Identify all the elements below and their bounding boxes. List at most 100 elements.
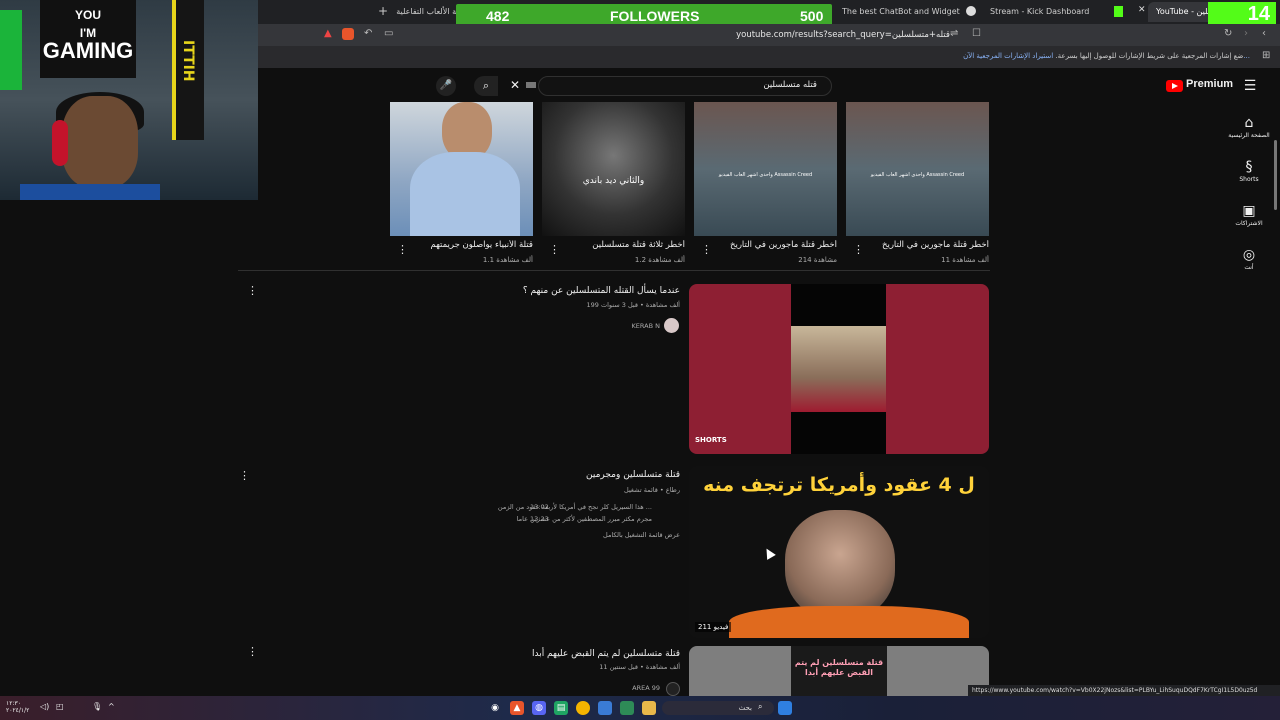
gaming-poster: YOU I'M GAMING — [40, 0, 136, 78]
result-thumbnail-2[interactable]: ل 4 عقود وأمريكا ترتجف منه 211 فيديو — [689, 466, 989, 638]
link-status-bar: https://www.youtube.com/watch?v=Vb0X22jN… — [968, 685, 1280, 696]
start-button[interactable] — [778, 701, 792, 715]
apps-grid-icon[interactable]: ⊞ — [1262, 50, 1270, 61]
playlist-item-2-time: 13:23 — [530, 515, 549, 523]
volume-icon[interactable]: ◁) — [40, 702, 49, 711]
bookmark-star-icon[interactable]: ☐ — [972, 28, 981, 39]
view-full-playlist-link[interactable]: عرض قائمة التشغيل بالكامل — [420, 531, 680, 539]
bookmark-hint: ضع إشارات المرجعية على شريط الإشارات للو… — [963, 52, 1250, 60]
shelf-thumbnail-1[interactable] — [390, 102, 533, 236]
sidebar-item-home[interactable]: ⌂ الصفحة الرئيسية — [1228, 114, 1270, 139]
channel-name-1[interactable]: KERAB N — [420, 322, 660, 330]
shelf-views-3: 214 مشاهدة — [798, 256, 837, 264]
sidebar-item-subscriptions[interactable]: ▣ الاشتراكات — [1228, 202, 1270, 227]
shelf-title-4[interactable]: أخطر قتلة مأجورين في التاريخ — [846, 240, 989, 250]
chrome-icon[interactable] — [576, 701, 590, 715]
streamer-face — [62, 96, 138, 188]
shelf-menu-icon-4[interactable]: ⋮ — [853, 244, 864, 255]
result-thumbnail-1[interactable]: SHORTS — [689, 284, 989, 454]
site-settings-icon[interactable]: ⇌ — [950, 28, 958, 39]
reload-icon[interactable]: ↻ — [1224, 28, 1232, 39]
file-explorer-icon[interactable] — [642, 701, 656, 715]
clear-search-icon[interactable]: ✕ — [508, 78, 522, 92]
clock: ١٢:٣٠ ٢٠٢٤/١/٢ — [6, 700, 30, 714]
shelf-thumbnail-2[interactable]: والثاني ديد باندي — [542, 102, 685, 236]
mic-tray-icon[interactable]: 🎙 — [92, 702, 102, 711]
subscriptions-icon: ▣ — [1242, 203, 1256, 219]
taskbar — [0, 696, 1280, 720]
new-tab-button[interactable]: + — [378, 4, 388, 18]
shelf-menu-icon-2[interactable]: ⋮ — [549, 244, 560, 255]
yellow-banner: ITTIH — [172, 0, 204, 140]
shorts-icon: § — [1245, 159, 1253, 175]
shelf-title-1[interactable]: قتلة الأنبياء يواصلون جريمتهم — [390, 240, 533, 250]
shelf-thumbnail-4[interactable]: واحدى اشهر العاب الفيديو Assassin Creed — [846, 102, 989, 236]
forward-icon[interactable]: › — [1244, 28, 1248, 39]
wifi-icon[interactable]: ◰ — [56, 702, 64, 711]
shelf-title-3[interactable]: أخطر قتلة مأجورين في التاريخ — [694, 240, 837, 250]
keyboard-icon[interactable] — [526, 82, 536, 88]
voice-search-icon[interactable]: 🎤 — [436, 76, 456, 96]
shelf-menu-icon-1[interactable]: ⋮ — [397, 244, 408, 255]
back-icon[interactable]: ‹ — [1262, 28, 1266, 39]
brave-shields-icon[interactable] — [342, 28, 354, 40]
discord-icon[interactable]: ◍ — [532, 701, 546, 715]
close-tab-icon[interactable]: ✕ — [1138, 5, 1146, 15]
result-menu-icon-3[interactable]: ⋮ — [247, 646, 258, 657]
followers-goal: 500 — [800, 8, 824, 24]
shelf-views-4: 11 ألف مشاهدة — [941, 256, 989, 264]
followers-label: FOLLOWERS — [610, 8, 700, 24]
youtube-logo[interactable]: Premium — [1166, 78, 1233, 94]
channel-name-3[interactable]: AREA 99 — [420, 684, 660, 692]
channel-avatar-3[interactable] — [666, 682, 680, 696]
result-title-3[interactable]: قتلة متسلسلين لم يتم القبض عليهم أبدا — [420, 649, 680, 659]
playlist-count: 211 فيديو — [695, 622, 732, 632]
youtube-play-icon — [1166, 80, 1183, 92]
tab-kick-dashboard[interactable]: Stream - Kick Dashboard — [990, 2, 1100, 22]
brave-rewards-icon[interactable]: ▲ — [324, 28, 332, 39]
section-divider — [238, 270, 990, 271]
tab-favicon-icon — [966, 6, 976, 16]
playlist-item-1-time: 13:02 — [530, 503, 549, 511]
search-input[interactable]: قتله متسلسلين — [560, 78, 817, 92]
search-button[interactable]: ⌕ — [474, 76, 498, 96]
brave-icon[interactable]: ▲ — [510, 701, 524, 715]
url-field[interactable]: youtube.com/results?search_query=قتله+مت… — [720, 28, 950, 42]
page-scrollbar[interactable] — [1274, 140, 1277, 210]
webcam-overlay: YOU I'M GAMING ITTIH — [0, 0, 258, 200]
sidebar-toggle-icon[interactable]: ▭ — [384, 28, 393, 39]
kick-count-badge: 14 — [1208, 2, 1276, 26]
result-menu-icon-2[interactable]: ⋮ — [239, 470, 250, 481]
home-icon: ⌂ — [1244, 115, 1254, 131]
result-menu-icon-1[interactable]: ⋮ — [247, 285, 258, 296]
streamer-shirt — [20, 184, 160, 200]
result-title-2[interactable]: قتلة متسلسلين ومجرمين — [420, 470, 680, 480]
shelf-title-2[interactable]: أخطر ثلاثة قتلة متسلسلين — [542, 240, 685, 250]
obs-icon[interactable]: ◉ — [488, 701, 502, 715]
shelf-thumbnail-3[interactable]: واحدى اشهر العاب الفيديو Assassin Creed — [694, 102, 837, 236]
result-thumbnail-3[interactable]: قتلة متسلسلين لم يتم القبض عليهم أبدا — [689, 646, 989, 696]
menu-icon[interactable]: ☰ — [1242, 78, 1258, 94]
channel-avatar-1[interactable] — [664, 318, 679, 333]
result-meta-2: رطاع • قائمة تشغيل — [624, 486, 680, 494]
history-icon[interactable]: ↶ — [364, 28, 372, 39]
headphones — [52, 120, 68, 166]
tray-expand-icon[interactable]: ^ — [108, 702, 115, 711]
store-icon[interactable] — [598, 701, 612, 715]
shelf-menu-icon-3[interactable]: ⋮ — [701, 244, 712, 255]
result-title-1[interactable]: عندما يسأل القتله المتسلسلين عن منهم ؟ — [420, 286, 680, 296]
sidebar-item-shorts[interactable]: § Shorts — [1228, 158, 1270, 183]
sidebar-item-you[interactable]: ◎ أنت — [1228, 246, 1270, 271]
shelf-views-2: 1.2 ألف مشاهدة — [634, 256, 685, 264]
tab-chatbot[interactable]: The best ChatBot and Widgets for Ki — [842, 2, 960, 22]
taskbar-search-icon: ⌕ — [758, 702, 763, 711]
followers-goal-bar: 482 FOLLOWERS 500 — [456, 4, 832, 26]
green-screen-strip — [0, 10, 22, 90]
kick-icon — [1114, 6, 1123, 17]
you-icon: ◎ — [1242, 247, 1256, 263]
xbox-icon[interactable] — [620, 701, 634, 715]
shelf-views-1: 1.1 ألف مشاهدة — [482, 256, 533, 264]
app-icon[interactable]: ▤ — [554, 701, 568, 715]
followers-current: 482 — [486, 8, 510, 24]
result-meta-3: 11 ألف مشاهدة • قبل سنتين — [599, 663, 680, 671]
